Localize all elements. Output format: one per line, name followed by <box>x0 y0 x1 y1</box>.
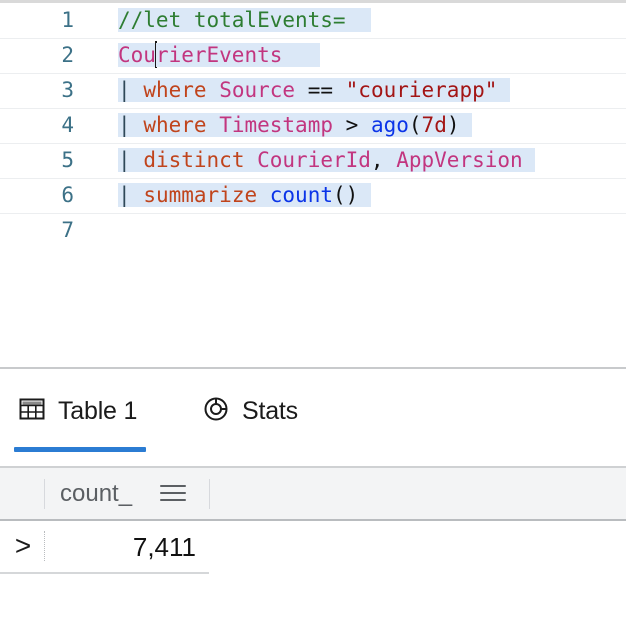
results-tabstrip: Table 1 Stats <box>0 369 626 454</box>
line-3-trailing-selection <box>497 78 510 102</box>
tab-table-1[interactable]: Table 1 <box>18 391 137 431</box>
editor-line-6-text[interactable]: | summarize count() <box>118 178 371 213</box>
donut-chart-icon <box>202 395 230 428</box>
editor-line-1-text[interactable]: //let totalEvents= <box>118 3 371 38</box>
token-column-courierid: CourierId <box>257 148 371 172</box>
editor-line-5[interactable]: 5 | distinct CourierId, AppVersion <box>0 143 626 178</box>
token-function-count: count <box>269 183 333 207</box>
token-comma: , <box>370 148 384 172</box>
line-4-trailing-selection <box>460 113 473 137</box>
hamburger-line <box>160 499 186 501</box>
table-icon <box>18 395 46 428</box>
editor-line-3[interactable]: 3 | where Source == "courierapp" <box>0 73 626 108</box>
tab-stats-label: Stats <box>242 396 298 425</box>
editor-line-5-text[interactable]: | distinct CourierId, AppVersion <box>118 143 536 178</box>
column-header-count[interactable]: count_ <box>60 468 132 519</box>
token-paren-open: ( <box>408 113 422 137</box>
line-6-trailing-selection <box>358 183 371 207</box>
column-separator-left <box>44 479 45 509</box>
token-string-courierapp: "courierapp" <box>345 78 498 102</box>
token-paren-close: ) <box>446 113 460 137</box>
token-table-name-suffix: rierEvents <box>155 43 283 67</box>
table-row[interactable]: > 7,411 <box>0 521 626 574</box>
line-number-5: 5 <box>61 148 74 172</box>
token-comment: //let totalEvents= <box>118 8 346 32</box>
token-paren-close: ) <box>345 183 359 207</box>
tab-selected-indicator <box>14 447 146 452</box>
token-column-appversion: AppVersion <box>396 148 523 172</box>
editor-line-3-text[interactable]: | where Source == "courierapp" <box>118 73 511 108</box>
line-5-trailing-selection <box>523 148 536 172</box>
line-number-7: 7 <box>61 218 74 242</box>
results-panel: Table 1 Stats count_ > 7,411 <box>0 369 626 640</box>
tab-stats[interactable]: Stats <box>202 391 298 431</box>
editor-line-2[interactable]: 2 CourierEvents <box>0 38 626 73</box>
token-pipe: | <box>118 183 131 207</box>
results-grid-header: count_ <box>0 468 626 521</box>
token-column-timestamp: Timestamp <box>219 113 333 137</box>
token-pipe: | <box>118 113 131 137</box>
line-number-4: 4 <box>61 113 74 137</box>
token-keyword-where: where <box>143 113 207 137</box>
token-keyword-summarize: summarize <box>143 183 258 207</box>
hamburger-line <box>160 492 186 494</box>
token-function-ago: ago <box>370 113 409 137</box>
line-1-trailing-selection <box>345 8 371 32</box>
token-pipe: | <box>118 148 131 172</box>
line-2-trailing-selection <box>282 43 321 67</box>
token-keyword-distinct: distinct <box>143 148 245 172</box>
query-editor[interactable]: 1 //let totalEvents= 2 CourierEvents 3 |… <box>0 3 626 367</box>
token-literal-7d: 7d <box>421 113 447 137</box>
editor-line-1[interactable]: 1 //let totalEvents= <box>0 3 626 38</box>
token-column-source: Source <box>219 78 296 102</box>
token-pipe: | <box>118 78 131 102</box>
line-number-3: 3 <box>61 78 74 102</box>
editor-line-2-text[interactable]: CourierEvents <box>118 38 321 73</box>
editor-line-4[interactable]: 4 | where Timestamp > ago(7d) <box>0 108 626 143</box>
hamburger-menu-icon[interactable] <box>160 485 186 503</box>
token-operator-equals: == <box>307 78 333 102</box>
tab-table-1-label: Table 1 <box>58 396 138 425</box>
editor-line-7[interactable]: 7 <box>0 213 626 248</box>
column-separator-right[interactable] <box>209 479 210 509</box>
row-expand-chevron-icon[interactable]: > <box>8 529 38 563</box>
token-operator-greater-than: > <box>345 113 359 137</box>
token-keyword-where: where <box>143 78 207 102</box>
row-bottom-border <box>0 572 209 574</box>
editor-line-6[interactable]: 6 | summarize count() <box>0 178 626 213</box>
line-number-6: 6 <box>61 183 74 207</box>
token-table-name-prefix: Cou <box>118 43 156 67</box>
line-number-1: 1 <box>61 8 74 32</box>
line-number-2: 2 <box>61 43 74 67</box>
hamburger-line <box>160 485 186 487</box>
token-paren-open: ( <box>332 183 346 207</box>
cell-count-value: 7,411 <box>132 532 196 562</box>
editor-line-4-text[interactable]: | where Timestamp > ago(7d) <box>118 108 473 143</box>
